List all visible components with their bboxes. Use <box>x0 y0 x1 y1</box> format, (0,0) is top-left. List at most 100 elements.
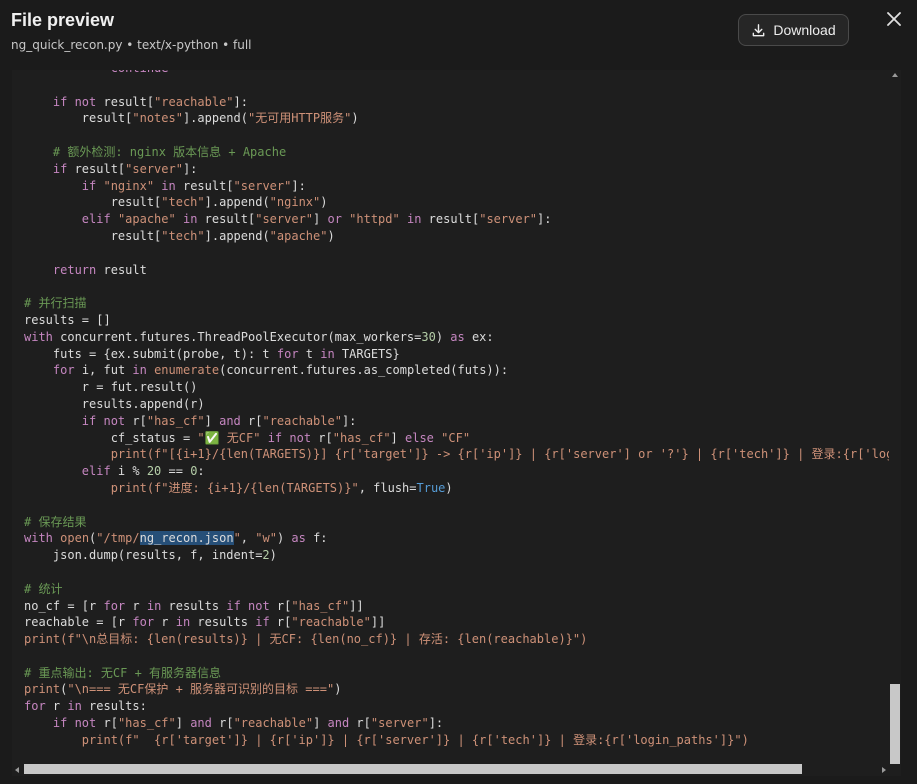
code-token: and <box>327 716 350 731</box>
code-token: and <box>219 413 241 428</box>
code-line: print(f"\n总目标: {len(results)} | 无CF: {le… <box>24 631 889 648</box>
code-line: # 并行扫描 <box>24 295 889 312</box>
code-token: r[ <box>311 430 333 445</box>
code-token: if not <box>52 716 97 731</box>
download-button[interactable]: Download <box>738 14 849 46</box>
code-token: " <box>233 531 241 546</box>
code-token: for <box>103 598 126 613</box>
code-token: if not <box>81 413 126 428</box>
code-token: "server" <box>370 716 429 731</box>
code-token: ]] <box>370 615 386 630</box>
code-token: f: <box>305 531 328 546</box>
code-token: "/tmp/ <box>96 531 140 546</box>
code-line: with concurrent.futures.ThreadPoolExecut… <box>24 329 889 346</box>
code-token: ] <box>313 716 328 731</box>
code-line: results = [] <box>24 312 889 329</box>
code-line: print("\n=== 无CF保护 + 服务器可识别的目标 ===") <box>24 681 889 698</box>
code-token: r[ <box>96 716 118 731</box>
code-token: ) <box>320 195 328 210</box>
page-title: File preview <box>11 10 115 30</box>
code-token: == <box>161 464 191 479</box>
code-token: if not <box>52 94 97 109</box>
code-token: "nginx" <box>269 195 321 210</box>
code-token: r[ <box>211 716 234 731</box>
code-viewer[interactable]: continue if not result["reachable"]: res… <box>12 70 889 764</box>
code-line: reachable = [r for r in results if r["re… <box>24 614 889 631</box>
code-token: for <box>132 615 155 630</box>
code-token: if <box>255 615 270 630</box>
code-line: no_cf = [r for r in results if not r["ha… <box>24 598 889 615</box>
code-token: ] <box>313 212 328 227</box>
code-token: (reachable)}") <box>486 632 588 647</box>
code-token: len <box>226 447 248 462</box>
code-token: # 额外检测: nginx 版本信息 + Apache <box>24 144 287 159</box>
code-token: continue <box>24 70 169 75</box>
code-token: "reachable" <box>154 94 234 109</box>
code-line: result["tech"].append("nginx") <box>24 194 889 211</box>
code-token: in <box>67 699 82 714</box>
vertical-scrollbar[interactable] <box>889 70 901 764</box>
code-token: results = [] <box>24 312 111 327</box>
code-token: len <box>317 632 340 647</box>
scroll-right-icon[interactable] <box>882 767 886 773</box>
code-line: for r in results: <box>24 698 889 715</box>
code-token: result[ <box>175 178 234 193</box>
code-line: r = fut.result() <box>24 379 889 396</box>
code-token: TARGETS} <box>334 346 400 361</box>
code-token: as <box>450 329 465 344</box>
horizontal-scrollbar[interactable] <box>12 764 889 776</box>
code-token: in <box>182 212 198 227</box>
code-token: ]] <box>349 598 364 613</box>
code-token: (results)} | 无CF: { <box>175 632 318 647</box>
scroll-up-icon[interactable] <box>892 73 898 77</box>
code-token: "reachable" <box>262 413 342 428</box>
code-token: if <box>81 178 97 193</box>
code-line: for i, fut in enumerate(concurrent.futur… <box>24 362 889 379</box>
vertical-scroll-thumb[interactable] <box>890 684 900 764</box>
code-token: # 并行扫描 <box>24 296 87 311</box>
code-token: futs = {ex.submit(probe, t): t <box>24 346 277 361</box>
code-token: for <box>276 346 299 361</box>
code-line: if not r["has_cf"] and r["reachable"] an… <box>24 715 889 732</box>
code-token: "has_cf" <box>146 413 205 428</box>
scroll-left-icon[interactable] <box>15 767 19 773</box>
code-token: "无可用HTTP服务" <box>247 111 352 126</box>
code-token: ) <box>445 480 453 495</box>
code-token: "tech" <box>161 195 205 210</box>
code-token: # 保存结果 <box>24 514 87 529</box>
code-token: , flush= <box>358 480 417 495</box>
code-token: cf_status = <box>24 430 198 445</box>
scrollbar-corner <box>889 764 901 776</box>
code-token: ) <box>334 682 342 697</box>
code-token: in <box>406 212 422 227</box>
code-token: i % <box>110 464 147 479</box>
code-token: r[ <box>240 413 263 428</box>
code-token: r[ <box>125 413 147 428</box>
code-token: r[ <box>269 598 292 613</box>
code-token: "\n=== 无CF保护 + 服务器可识别的目标 ===" <box>67 682 335 697</box>
code-token: ) <box>327 228 335 243</box>
code-token: print <box>24 682 61 697</box>
code-token: ) <box>269 548 277 563</box>
close-icon[interactable] <box>882 8 906 32</box>
code-token: "has_cf" <box>291 598 350 613</box>
code-token: 2 <box>262 548 270 563</box>
code-token: r <box>45 699 68 714</box>
code-token: result[ <box>421 212 480 227</box>
code-token: print <box>110 447 147 462</box>
code-token: ) <box>276 531 292 546</box>
code-token: results: <box>81 699 147 714</box>
code-token: "has_cf" <box>117 716 176 731</box>
code-token: "server" <box>255 212 314 227</box>
horizontal-scroll-thumb[interactable] <box>24 764 802 774</box>
